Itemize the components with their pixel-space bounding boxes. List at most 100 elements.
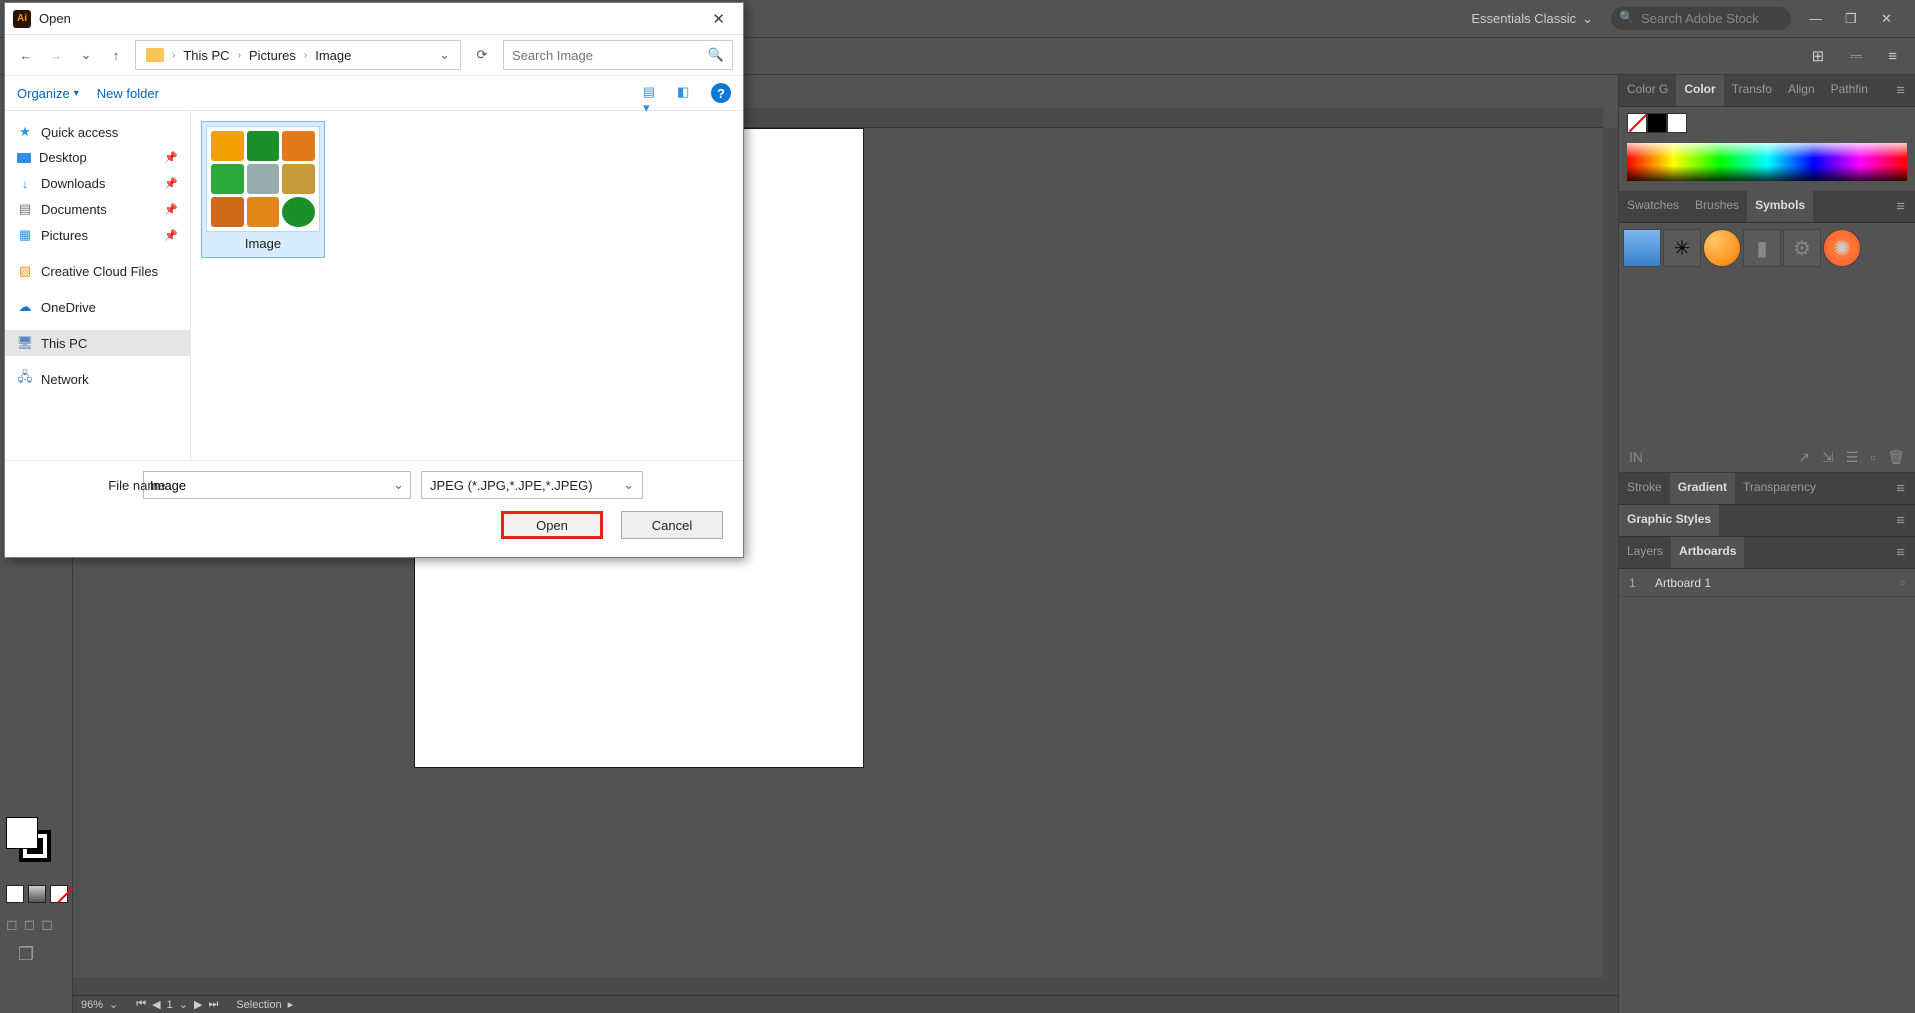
- tab-brushes[interactable]: Brushes: [1687, 191, 1747, 222]
- snap-icon[interactable]: ⎓: [1844, 46, 1868, 67]
- sidebar-item-documents[interactable]: ▤Documents📌: [5, 196, 190, 222]
- artboard-row[interactable]: 1 Artboard 1 ▫: [1619, 569, 1915, 597]
- search-input[interactable]: [512, 48, 708, 63]
- symbol-item[interactable]: [1623, 229, 1661, 267]
- tab-transparency[interactable]: Transparency: [1735, 473, 1824, 504]
- symbol-item[interactable]: ▮: [1743, 229, 1781, 267]
- sidebar-item-desktop[interactable]: Desktop📌: [5, 145, 190, 170]
- maximize-button[interactable]: ❐: [1845, 11, 1861, 27]
- artboard-navigator[interactable]: ⏮ ◀ 1 ⌄ ▶ ⏭: [136, 998, 218, 1011]
- tab-transform[interactable]: Transfo: [1724, 75, 1780, 106]
- breadcrumb-item[interactable]: Pictures: [245, 46, 300, 65]
- dialog-search-field[interactable]: 🔍: [503, 40, 733, 70]
- search-adobe-stock[interactable]: Search Adobe Stock: [1611, 7, 1791, 30]
- breadcrumb-dropdown[interactable]: ⌄: [435, 47, 454, 63]
- view-mode-button[interactable]: ▤ ▾: [643, 84, 665, 102]
- sidebar-item-network[interactable]: 🖧Network: [5, 366, 190, 392]
- nav-up-button[interactable]: ↑: [105, 44, 127, 66]
- break-link-icon[interactable]: ⇲: [1822, 449, 1834, 466]
- tab-swatches[interactable]: Swatches: [1619, 191, 1687, 222]
- tab-graphic-styles[interactable]: Graphic Styles: [1619, 505, 1719, 536]
- scrollbar-horizontal[interactable]: [73, 977, 1618, 995]
- screen-mode-icon[interactable]: ❐: [18, 944, 34, 965]
- symbol-item[interactable]: ✳: [1663, 229, 1701, 267]
- breadcrumb-item[interactable]: Image: [311, 46, 355, 65]
- sidebar-item-this-pc[interactable]: 🖥This PC: [5, 330, 190, 356]
- prev-icon[interactable]: ◀: [152, 998, 160, 1011]
- breadcrumb-bar[interactable]: › This PC › Pictures › Image ⌄: [135, 40, 461, 70]
- help-button[interactable]: ?: [711, 83, 731, 103]
- stroke-black-swatch[interactable]: [1647, 113, 1667, 133]
- file-name-input[interactable]: [150, 478, 393, 493]
- file-list[interactable]: Image: [191, 111, 743, 460]
- color-spectrum[interactable]: [1627, 143, 1907, 181]
- file-type-filter[interactable]: JPEG (*.JPG,*.JPE,*.JPEG) ⌄: [421, 471, 643, 499]
- pin-icon: 📌: [164, 177, 178, 190]
- symbol-item[interactable]: [1703, 229, 1741, 267]
- color-mode-solid[interactable]: [6, 885, 24, 903]
- draw-normal-icon[interactable]: ◻: [6, 916, 18, 933]
- zoom-level[interactable]: 96% ⌄: [81, 998, 118, 1011]
- panel-menu-icon[interactable]: ≡: [1886, 191, 1915, 222]
- new-folder-button[interactable]: New folder: [97, 86, 159, 101]
- panel-menu-icon[interactable]: ≡: [1886, 75, 1915, 106]
- sidebar-item-onedrive[interactable]: ☁OneDrive: [5, 294, 190, 320]
- new-symbol-icon[interactable]: ▫: [1870, 449, 1875, 466]
- delete-symbol-icon[interactable]: 🗑: [1887, 449, 1905, 466]
- cancel-button[interactable]: Cancel: [621, 511, 723, 539]
- symbol-item[interactable]: ✺: [1823, 229, 1861, 267]
- grid-icon[interactable]: ⊞: [1806, 45, 1831, 67]
- status-mode[interactable]: Selection ▸: [236, 998, 293, 1011]
- tab-color[interactable]: Color: [1676, 75, 1723, 106]
- open-button[interactable]: Open: [501, 511, 603, 539]
- list-icon[interactable]: ≡: [1882, 46, 1903, 67]
- tab-align[interactable]: Align: [1780, 75, 1823, 106]
- close-button[interactable]: ✕: [1881, 11, 1897, 27]
- panel-menu-icon[interactable]: ≡: [1886, 505, 1915, 536]
- color-mode-none[interactable]: [50, 885, 68, 903]
- dialog-title-bar: Ai Open ✕: [5, 3, 743, 35]
- library-icon[interactable]: IN: [1629, 449, 1643, 466]
- fill-stroke-indicator[interactable]: [6, 817, 52, 863]
- place-symbol-icon[interactable]: ↗: [1798, 449, 1810, 466]
- sidebar-item-creative-cloud-files[interactable]: ▧Creative Cloud Files: [5, 258, 190, 284]
- color-mode-gradient[interactable]: [28, 885, 46, 903]
- white-swatch[interactable]: [1667, 113, 1687, 133]
- fill-swatch[interactable]: [6, 817, 38, 849]
- file-item[interactable]: Image: [201, 121, 325, 258]
- tab-stroke[interactable]: Stroke: [1619, 473, 1670, 504]
- sidebar-item-pictures[interactable]: ▦Pictures📌: [5, 222, 190, 248]
- tab-color-guide[interactable]: Color G: [1619, 75, 1676, 106]
- dialog-close-button[interactable]: ✕: [702, 6, 735, 32]
- sidebar-item-quick-access[interactable]: ★Quick access: [5, 119, 190, 145]
- scrollbar-vertical[interactable]: [1603, 128, 1618, 977]
- search-icon[interactable]: 🔍: [708, 47, 724, 63]
- draw-behind-icon[interactable]: ◻: [24, 916, 36, 933]
- minimize-button[interactable]: —: [1809, 11, 1825, 27]
- symbol-item[interactable]: ⚙: [1783, 229, 1821, 267]
- last-icon[interactable]: ⏭: [208, 998, 218, 1011]
- fill-none-swatch[interactable]: [1627, 113, 1647, 133]
- tab-gradient[interactable]: Gradient: [1670, 473, 1735, 504]
- workspace-switcher[interactable]: Essentials Classic ⌄: [1471, 11, 1593, 27]
- panel-menu-icon[interactable]: ≡: [1886, 537, 1915, 568]
- next-icon[interactable]: ▶: [194, 998, 202, 1011]
- recent-locations-button[interactable]: ⌄: [75, 44, 97, 66]
- first-icon[interactable]: ⏮: [136, 998, 146, 1011]
- tab-artboards[interactable]: Artboards: [1671, 537, 1744, 568]
- nav-back-button[interactable]: ←: [15, 44, 37, 66]
- draw-inside-icon[interactable]: ◻: [41, 916, 53, 933]
- panel-menu-icon[interactable]: ≡: [1886, 473, 1915, 504]
- refresh-button[interactable]: ⟳: [469, 40, 495, 70]
- chevron-down-icon[interactable]: ⌄: [393, 477, 404, 493]
- tab-layers[interactable]: Layers: [1619, 537, 1671, 568]
- organize-button[interactable]: Organize ▾: [17, 86, 79, 101]
- breadcrumb-item[interactable]: This PC: [179, 46, 233, 65]
- tab-symbols[interactable]: Symbols: [1747, 191, 1813, 222]
- artboard-options-icon[interactable]: ▫: [1900, 575, 1905, 590]
- sidebar-item-downloads[interactable]: ↓Downloads📌: [5, 170, 190, 196]
- file-name-field[interactable]: ⌄: [143, 471, 411, 499]
- tab-pathfinder[interactable]: Pathfin: [1823, 75, 1876, 106]
- preview-pane-button[interactable]: ◧: [677, 84, 699, 102]
- symbol-options-icon[interactable]: ☰: [1846, 449, 1859, 466]
